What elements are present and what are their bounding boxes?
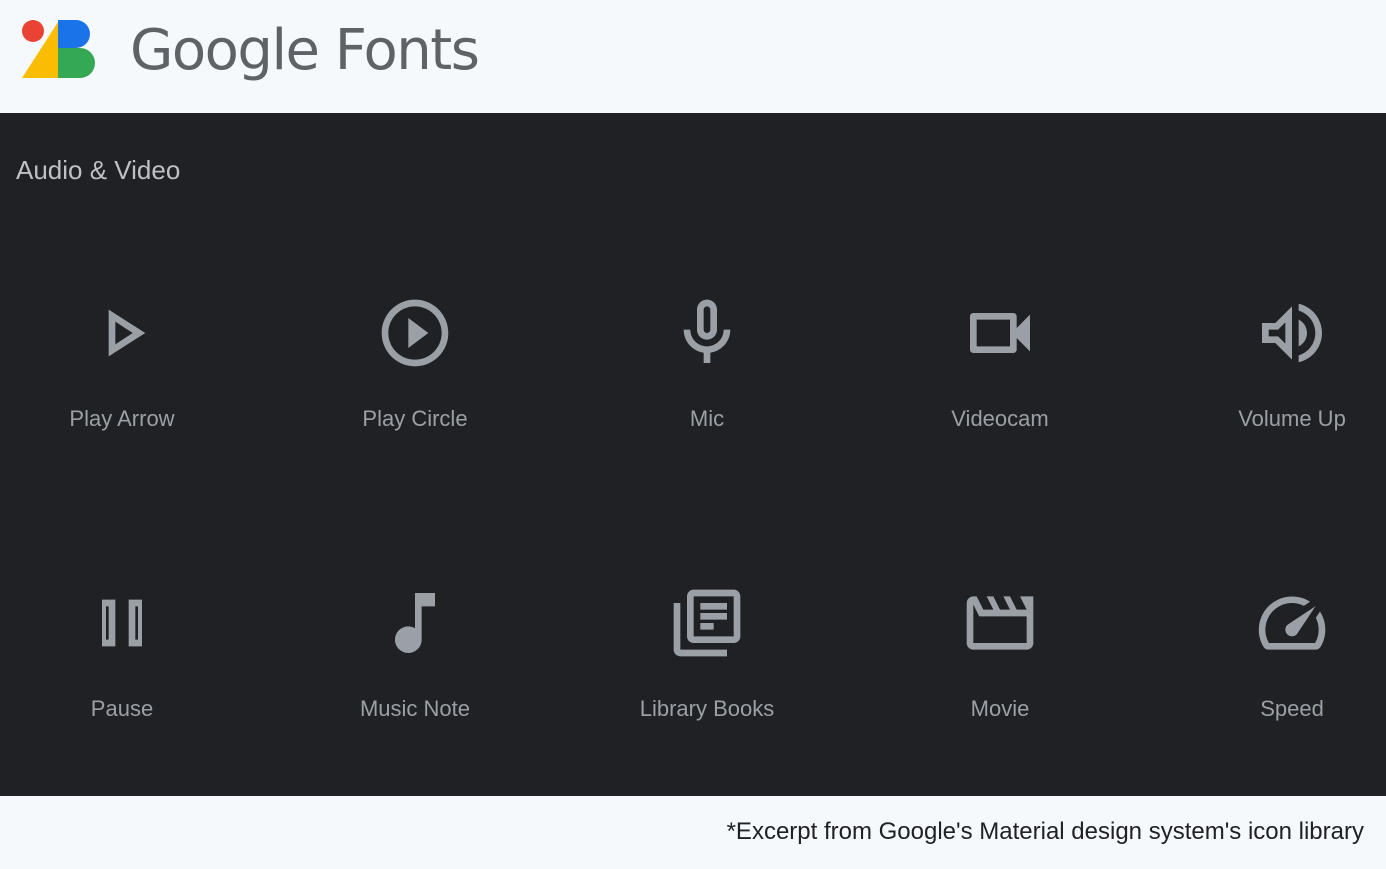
library-books-icon — [667, 583, 747, 663]
icon-tile-speed[interactable]: Speed — [1152, 563, 1386, 803]
movie-icon — [960, 583, 1040, 663]
icon-label: Mic — [689, 406, 725, 431]
icon-label: Music Note — [359, 696, 471, 721]
icon-label: Videocam — [951, 406, 1049, 431]
section-title: Audio & Video — [16, 155, 181, 185]
volume-up-icon — [1252, 293, 1332, 373]
icon-label: Speed — [1260, 696, 1324, 721]
footnote: *Excerpt from Google's Material design s… — [726, 818, 1364, 845]
play-circle-icon — [375, 293, 455, 373]
icon-label: Pause — [90, 696, 154, 721]
header: Google Fonts — [0, 0, 1386, 113]
icon-tile-movie[interactable]: Movie — [860, 563, 1140, 803]
icon-label: Play Circle — [362, 406, 468, 431]
icon-label: Volume Up — [1238, 406, 1346, 431]
brand-title: Google Fonts — [130, 18, 480, 83]
icon-tile-pause[interactable]: Pause — [0, 563, 262, 803]
footer: *Excerpt from Google's Material design s… — [0, 796, 1386, 869]
icon-label: Play Arrow — [69, 406, 175, 431]
icon-tile-volume-up[interactable]: Volume Up — [1152, 273, 1386, 513]
pause-icon — [82, 583, 162, 663]
play-arrow-icon — [82, 293, 162, 373]
icon-tile-music-note[interactable]: Music Note — [275, 563, 555, 803]
icon-panel: Audio & Video Play Arrow Play Circle Mic… — [0, 113, 1386, 796]
icon-tile-play-arrow[interactable]: Play Arrow — [0, 273, 262, 513]
google-fonts-logo — [22, 20, 95, 78]
icon-tile-library-books[interactable]: Library Books — [567, 563, 847, 803]
videocam-icon — [960, 293, 1040, 373]
speed-icon — [1252, 583, 1332, 663]
music-note-icon — [375, 583, 455, 663]
mic-icon — [667, 293, 747, 373]
icon-label: Library Books — [639, 696, 775, 721]
icon-tile-play-circle[interactable]: Play Circle — [275, 273, 555, 513]
icon-tile-mic[interactable]: Mic — [567, 273, 847, 513]
icon-tile-videocam[interactable]: Videocam — [860, 273, 1140, 513]
icon-label: Movie — [970, 696, 1030, 721]
